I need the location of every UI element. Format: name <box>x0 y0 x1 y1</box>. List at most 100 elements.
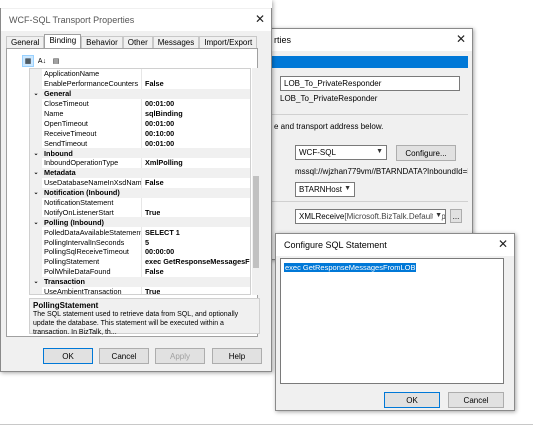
row-gutter <box>30 266 42 277</box>
property-name: ReceiveTimeout <box>42 128 142 139</box>
property-value[interactable]: 00:10:00 <box>142 129 174 138</box>
property-category[interactable]: ⌄ General <box>30 88 250 99</box>
section-divider <box>272 114 468 115</box>
transport-properties-title: WCF-SQL Transport Properties <box>9 15 135 25</box>
row-gutter <box>30 118 42 129</box>
property-row[interactable]: CloseTimeout 00:01:00 <box>30 98 250 109</box>
property-value[interactable]: 00:01:00 <box>142 139 174 148</box>
property-name: NotificationStatement <box>42 197 142 208</box>
property-row[interactable]: NotificationStatement <box>30 197 250 208</box>
chevron-down-icon: ▼ <box>344 185 351 192</box>
property-value[interactable]: False <box>142 178 164 187</box>
row-gutter <box>30 207 42 218</box>
property-row[interactable]: Name sqlBinding <box>30 108 250 119</box>
property-grid-toolbar: ▦ A↓ ▤ <box>22 55 62 67</box>
property-category[interactable]: ⌄ Inbound <box>30 148 250 159</box>
property-value[interactable]: sqlBinding <box>142 109 183 118</box>
configure-button[interactable]: Configure... <box>396 145 456 161</box>
close-icon[interactable]: ✕ <box>498 237 508 251</box>
property-value[interactable]: XmlPolling <box>142 158 183 167</box>
sql-cancel-button[interactable]: Cancel <box>448 392 504 408</box>
property-category[interactable]: ⌄ Transaction <box>30 276 250 287</box>
property-value[interactable]: False <box>142 267 164 276</box>
chevron-down-icon: ▼ <box>433 212 442 219</box>
property-row[interactable]: PolledDataAvailableStatement SELECT 1 <box>30 227 250 238</box>
configure-sql-title: Configure SQL Statement <box>284 240 387 250</box>
property-value[interactable]: 00:00:00 <box>142 247 174 256</box>
sql-statement-text: exec GetResponseMessagesFromLOB <box>284 263 417 272</box>
property-row[interactable]: UseAmbientTransaction True <box>30 286 250 294</box>
property-pages-icon[interactable]: ▤ <box>50 55 62 67</box>
close-icon[interactable]: ✕ <box>255 12 265 26</box>
sql-statement-textarea[interactable]: exec GetResponseMessagesFromLOB <box>280 258 504 384</box>
property-row[interactable]: PollingSqlReceiveTimeout 00:00:00 <box>30 247 250 257</box>
property-row[interactable]: EnablePerformanceCounters False <box>30 78 250 89</box>
property-grid-scrollbar[interactable] <box>252 68 260 295</box>
transport-properties-titlebar: WCF-SQL Transport Properties ✕ <box>1 9 271 31</box>
collapse-chevron-icon[interactable]: ⌄ <box>30 148 42 159</box>
collapse-chevron-icon[interactable]: ⌄ <box>30 187 42 198</box>
property-name: PollWhileDataFound <box>42 266 142 277</box>
property-row[interactable]: PollingIntervalInSeconds 5 <box>30 237 250 248</box>
pipeline-value: XMLReceive <box>299 212 345 221</box>
property-name: ApplicationName <box>42 69 142 79</box>
description-title: PollingStatement <box>33 301 99 310</box>
property-value[interactable]: 00:01:00 <box>142 119 174 128</box>
collapse-chevron-icon[interactable]: ⌄ <box>30 276 42 287</box>
categorized-icon[interactable]: ▦ <box>22 55 34 67</box>
property-value[interactable]: 00:01:00 <box>142 99 174 108</box>
row-gutter <box>30 128 42 139</box>
property-row[interactable]: PollingStatement exec GetResponseMessages… <box>30 256 250 267</box>
collapse-chevron-icon[interactable]: ⌄ <box>30 88 42 99</box>
property-name: NotifyOnListenerStart <box>42 207 142 218</box>
property-row[interactable]: NotifyOnListenerStart True <box>30 207 250 218</box>
apply-button: Apply <box>155 348 205 364</box>
address-uri: mssql://wjzhan779vm//BTARNDATA?InboundId… <box>295 167 468 176</box>
sort-alphabetical-icon[interactable]: A↓ <box>36 55 48 67</box>
sql-ok-button[interactable]: OK <box>384 392 440 408</box>
property-row[interactable]: UseDatabaseNameInXsdNamespFalse <box>30 177 250 188</box>
property-name: PolledDataAvailableStatement <box>44 227 142 238</box>
property-row[interactable]: SendTimeout 00:01:00 <box>30 138 250 149</box>
row-gutter <box>30 256 42 267</box>
property-value[interactable]: 5 <box>142 238 149 247</box>
row-gutter <box>30 138 42 149</box>
row-gutter <box>30 247 42 257</box>
row-gutter <box>30 286 42 294</box>
cancel-button[interactable]: Cancel <box>99 348 149 364</box>
row-gutter <box>30 197 42 208</box>
property-row[interactable]: ReceiveTimeout 00:10:00 <box>30 128 250 139</box>
property-row[interactable]: ApplicationName <box>30 69 250 79</box>
row-gutter <box>30 78 42 89</box>
row-gutter <box>30 98 42 109</box>
property-value[interactable]: SELECT 1 <box>142 228 180 237</box>
pipeline-select[interactable]: XMLReceive [Microsoft.BizTalk.DefaultPip… <box>295 209 446 224</box>
property-value[interactable]: True <box>142 287 160 294</box>
property-row[interactable]: OpenTimeout 00:01:00 <box>30 118 250 129</box>
host-value: BTARNHost <box>299 185 342 194</box>
category-label: Transaction <box>44 277 85 287</box>
property-name: PollingStatement <box>42 256 142 267</box>
property-category[interactable]: ⌄ Polling (Inbound) <box>30 217 250 228</box>
property-category[interactable]: ⌄ Metadata <box>30 167 250 178</box>
transport-hint: e and transport address below. <box>274 122 384 131</box>
tab-binding[interactable]: Binding <box>44 34 82 49</box>
property-row[interactable]: PollWhileDataFound False <box>30 266 250 277</box>
host-select[interactable]: BTARNHost ▼ <box>295 182 355 197</box>
port-name-field[interactable]: LOB_To_PrivateResponder <box>280 76 460 91</box>
ok-button[interactable]: OK <box>43 348 93 364</box>
scrollbar-thumb[interactable] <box>253 176 259 268</box>
help-button[interactable]: Help <box>212 348 262 364</box>
property-value[interactable]: exec GetResponseMessagesFro <box>142 257 250 266</box>
property-row[interactable]: InboundOperationType XmlPolling <box>30 158 250 168</box>
property-category[interactable]: ⌄ Notification (Inbound) <box>30 187 250 198</box>
close-icon[interactable]: ✕ <box>456 32 466 46</box>
transport-type-select[interactable]: WCF-SQL ▼ <box>295 145 387 160</box>
collapse-chevron-icon[interactable]: ⌄ <box>30 167 42 178</box>
row-gutter <box>30 237 42 248</box>
pipeline-ellipsis-button[interactable]: ... <box>450 209 462 223</box>
chevron-down-icon: ▼ <box>376 148 383 155</box>
property-value[interactable]: False <box>142 79 164 88</box>
collapse-chevron-icon[interactable]: ⌄ <box>30 217 42 228</box>
property-value[interactable]: True <box>142 208 160 217</box>
